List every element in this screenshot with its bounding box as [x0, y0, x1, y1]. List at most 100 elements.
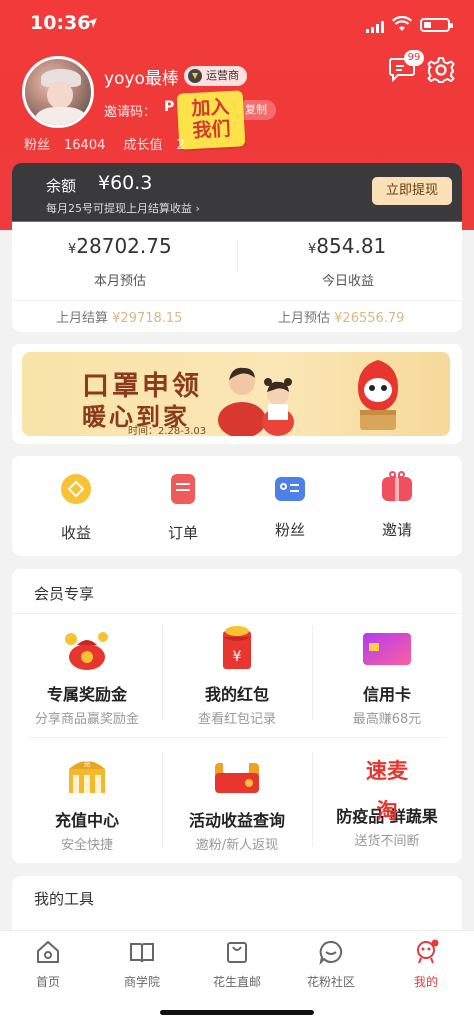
member-item-title: 专属奖励金	[46, 685, 127, 704]
today-earnings-value[interactable]: ¥854.81	[308, 234, 386, 258]
order-list-icon	[171, 474, 195, 504]
member-item-subtitle: 安全快捷	[60, 838, 113, 853]
divider	[28, 737, 446, 738]
tools-section: 我的工具	[12, 876, 462, 936]
status-bar: 10:36	[0, 10, 474, 40]
member-item-fresh-goods[interactable]: 速麦淘 防疫品 鲜蔬果 送货不间断	[312, 751, 462, 849]
family-illustration-icon	[218, 367, 294, 436]
coin-icon	[61, 474, 91, 504]
message-count-badge: 99	[404, 50, 424, 66]
member-item-title: 活动收益查询	[188, 811, 285, 830]
last-estimate-value: ¥26556.79	[334, 311, 405, 326]
growth-label: 成长值	[123, 138, 163, 153]
earnings-card: ¥28702.75 本月预估 ¥854.81 今日收益 上月结算 ¥29718.…	[12, 222, 462, 332]
banner-date: 时间：2.28-3.03	[128, 426, 207, 436]
member-item-credit-card[interactable]: 信用卡 最高赚68元	[312, 625, 462, 727]
profile-stats: 粉丝 16404 成长值 2	[24, 134, 199, 153]
recharge-sign: 充	[84, 759, 91, 768]
cellular-signal-icon	[366, 21, 384, 33]
section-title: 我的工具	[34, 890, 95, 908]
lucky-bag-icon	[65, 632, 108, 670]
earnings-hdivider	[12, 300, 462, 301]
tab-mine[interactable]: 我的	[386, 939, 466, 990]
month-value-number: 28702.75	[76, 234, 172, 258]
member-item-bonus[interactable]: 专属奖励金 分享商品赢奖励金	[12, 625, 162, 727]
book-icon	[130, 943, 154, 963]
last-settle-label: 上月结算	[56, 311, 109, 326]
home-icon	[37, 941, 59, 963]
fans-count: 16404	[64, 138, 106, 153]
avatar[interactable]	[22, 56, 94, 128]
tab-business-school[interactable]: 商学院	[102, 939, 182, 990]
crown-icon	[188, 69, 202, 83]
id-card-icon	[275, 477, 305, 501]
section-title: 会员专享	[34, 585, 95, 603]
member-item-subtitle: 邀粉/新人返现	[195, 838, 279, 853]
month-estimate-label: 本月预估	[94, 274, 147, 289]
wallet-icon	[215, 757, 259, 793]
username: yoyo最棒	[104, 69, 179, 89]
member-item-recharge[interactable]: 充 充值中心 安全快捷	[12, 751, 162, 853]
withdraw-button[interactable]: 立即提现	[372, 177, 452, 205]
balance-card: 余额 ¥60.3 每月25号可提现上月结算收益 › 立即提现	[12, 163, 462, 221]
divider	[12, 613, 462, 614]
member-item-red-packet[interactable]: ¥ 我的红包 查看红包记录	[162, 625, 312, 727]
shopping-bag-icon	[227, 942, 247, 963]
today-value-number: 854.81	[316, 234, 387, 258]
role-badge: 运营商	[184, 66, 247, 86]
invite-code: P	[164, 99, 175, 115]
last-month-settled: 上月结算 ¥29718.15	[56, 307, 182, 326]
chat-bubble-icon	[319, 940, 343, 966]
earnings-divider	[237, 240, 238, 272]
member-item-subtitle: 查看红包记录	[197, 712, 276, 727]
balance-label: 余额	[46, 177, 77, 195]
shortcut-invite[interactable]: 邀请	[357, 468, 437, 540]
today-earnings-label: 今日收益	[322, 274, 375, 289]
red-envelope-icon: ¥	[223, 626, 251, 669]
status-time: 10:36	[30, 12, 91, 34]
shortcut-label: 订单	[167, 524, 198, 542]
balance-value: ¥60.3	[98, 172, 153, 194]
tab-home[interactable]: 首页	[8, 939, 88, 990]
credit-card-icon	[363, 633, 411, 665]
member-item-subtitle: 最高赚68元	[352, 712, 422, 727]
shortcut-label: 邀请	[381, 521, 412, 539]
brand-logo: 速麦淘	[366, 759, 408, 823]
shortcut-earnings[interactable]: 收益	[36, 468, 116, 543]
shortcut-label: 粉丝	[274, 521, 305, 539]
tab-label: 花粉社区	[306, 975, 355, 989]
member-item-title: 充值中心	[54, 811, 119, 830]
profile-face-icon	[417, 939, 439, 964]
shortcut-orders[interactable]: 订单	[143, 468, 223, 543]
member-item-title: 我的红包	[204, 685, 269, 704]
growth-value: 2	[176, 138, 185, 153]
member-item-subtitle: 送货不间断	[354, 834, 420, 849]
battery-icon	[420, 18, 453, 32]
shortcut-label: 收益	[60, 524, 91, 542]
promo-banner-card: 口罩申领 暖心到家 时间：2.28-3.03	[12, 344, 462, 444]
home-indicator	[160, 1010, 314, 1015]
tab-community[interactable]: 花粉社区	[291, 939, 371, 990]
tab-direct-mail[interactable]: 花生直邮	[197, 939, 277, 990]
balance-note[interactable]: 每月25号可提现上月结算收益 ›	[46, 200, 200, 216]
member-item-activity-earnings[interactable]: 活动收益查询 邀粉/新人返现	[162, 751, 312, 853]
month-estimate-value[interactable]: ¥28702.75	[68, 234, 172, 258]
shortcut-card: 收益 订单 粉丝 邀请	[12, 456, 462, 556]
member-item-subtitle: 分享商品赢奖励金	[34, 712, 139, 727]
recharge-building-icon: 充	[69, 759, 105, 793]
last-month-estimate: 上月预估 ¥26556.79	[278, 307, 404, 326]
wifi-icon	[392, 16, 412, 31]
tab-label: 首页	[35, 975, 60, 989]
role-badge-label: 运营商	[206, 69, 239, 82]
tab-label: 花生直邮	[212, 975, 261, 989]
member-item-title: 信用卡	[362, 685, 411, 704]
gear-icon[interactable]	[426, 55, 456, 85]
invite-label: 邀请码：	[104, 105, 157, 120]
last-settle-value: ¥29718.15	[112, 311, 183, 326]
tab-label: 商学院	[123, 975, 160, 989]
shortcut-fans[interactable]: 粉丝	[250, 468, 330, 540]
svg-text:¥: ¥	[233, 649, 242, 665]
fans-label: 粉丝	[24, 138, 51, 153]
member-section: 会员专享 专属奖励金 分享商品赢奖励金 ¥ 我的红包 查看红包记录 信用卡 最高…	[12, 569, 462, 863]
mask-promo-banner[interactable]: 口罩申领 暖心到家 时间：2.28-3.03	[22, 352, 450, 436]
